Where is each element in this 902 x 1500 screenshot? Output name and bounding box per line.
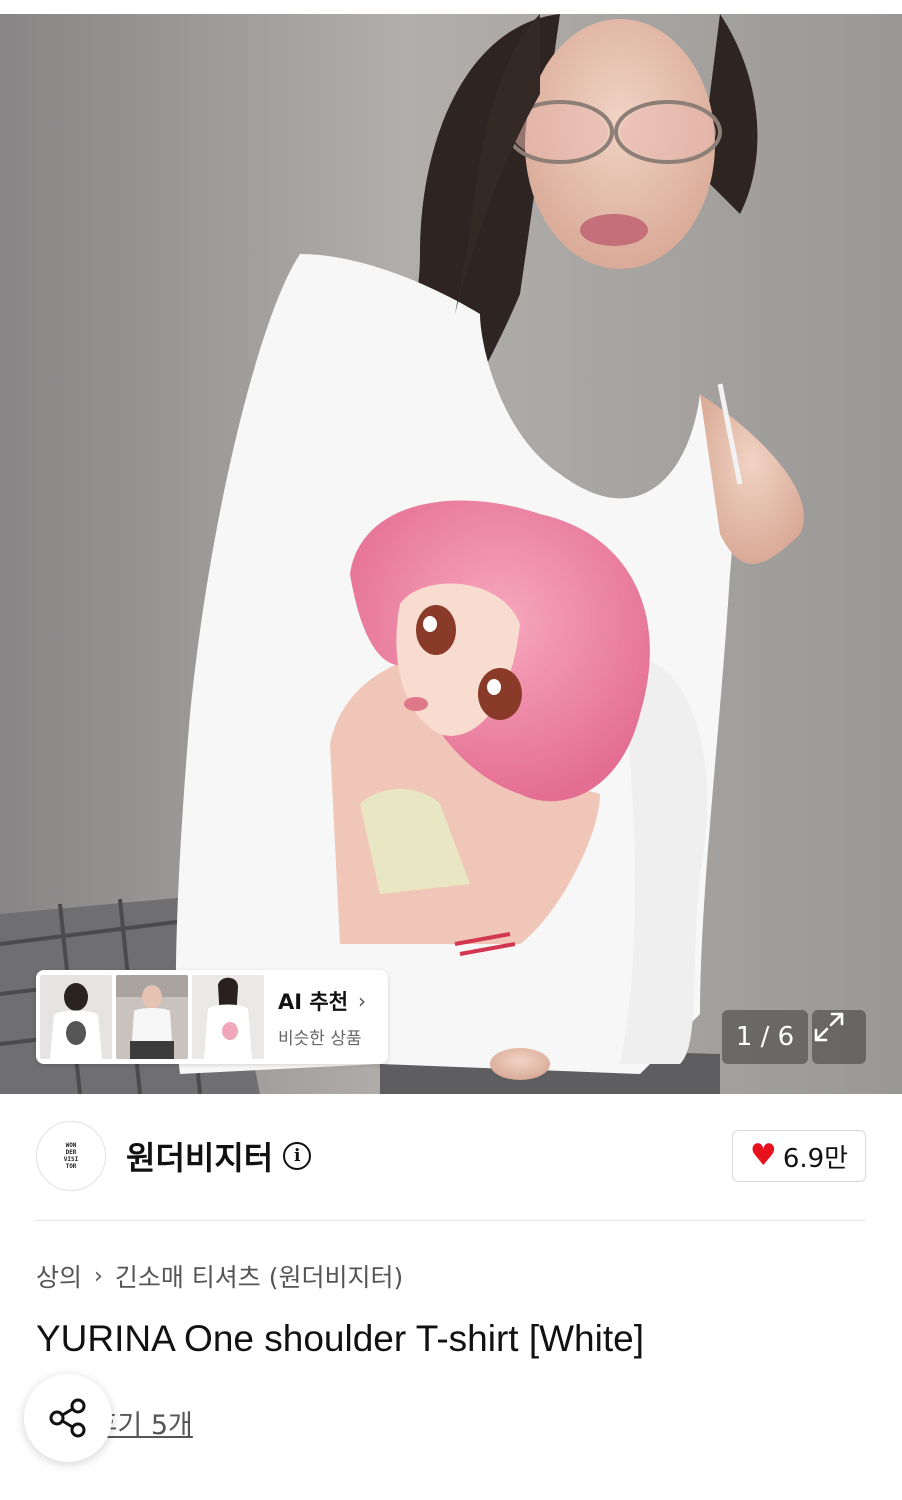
expand-button[interactable] [812,1010,866,1064]
brand-logo-line-4: TOR [65,1163,77,1170]
brand-logo-mark: WON DER VISI TOR [60,1141,82,1171]
brand-logo-line-1: WON [65,1142,77,1149]
ai-recommend-subtitle: 비슷한 상품 [278,1028,362,1049]
brand-logo-line-3: VISI [63,1156,79,1163]
share-icon [49,1398,86,1438]
brand-row: WON DER VISI TOR 원더비지터 i ♥ 6.9만 [36,1120,866,1192]
breadcrumb-subcategory[interactable]: 긴소매 티셔츠 (원더비지터) [115,1258,403,1294]
ai-recommend-title-label: AI 추천 [278,989,349,1014]
recommend-thumbnail-3[interactable] [192,975,264,1059]
ai-recommend-card[interactable]: AI 추천 › 비슷한 상품 [36,970,388,1064]
ai-recommend-text[interactable]: AI 추천 › 비슷한 상품 [278,986,366,1049]
share-button[interactable] [24,1374,112,1462]
breadcrumb: 상의 › 긴소매 티셔츠 (원더비지터) [36,1258,403,1294]
chevron-right-icon: › [358,988,367,1013]
ai-recommend-title: AI 추천 › [278,986,366,1016]
expand-icon [814,1012,844,1042]
recommend-thumbnail-2[interactable] [116,975,188,1059]
product-title: YURINA One shoulder T-shirt [White] [36,1318,644,1359]
like-count: 6.9만 [782,1143,849,1174]
breadcrumb-category[interactable]: 상의 [36,1258,82,1294]
brand-logo-line-2: DER [65,1149,77,1156]
heart-icon: ♥ [749,1138,777,1173]
product-page: AI 추천 › 비슷한 상품 1 / 6 WON DER VISI TOR 원더… [0,0,902,1500]
recommend-thumbnail-1[interactable] [40,975,112,1059]
like-button[interactable]: ♥ 6.9만 [732,1130,866,1182]
chevron-right-icon: › [94,1263,103,1289]
divider [36,1220,866,1221]
info-icon[interactable]: i [283,1142,312,1170]
product-image[interactable]: AI 추천 › 비슷한 상품 1 / 6 [0,14,902,1094]
product-photo-illustration [0,14,902,1094]
brand-logo[interactable]: WON DER VISI TOR [36,1121,106,1191]
image-counter: 1 / 6 [722,1010,808,1064]
brand-name[interactable]: 원더비지터 [126,1133,273,1179]
